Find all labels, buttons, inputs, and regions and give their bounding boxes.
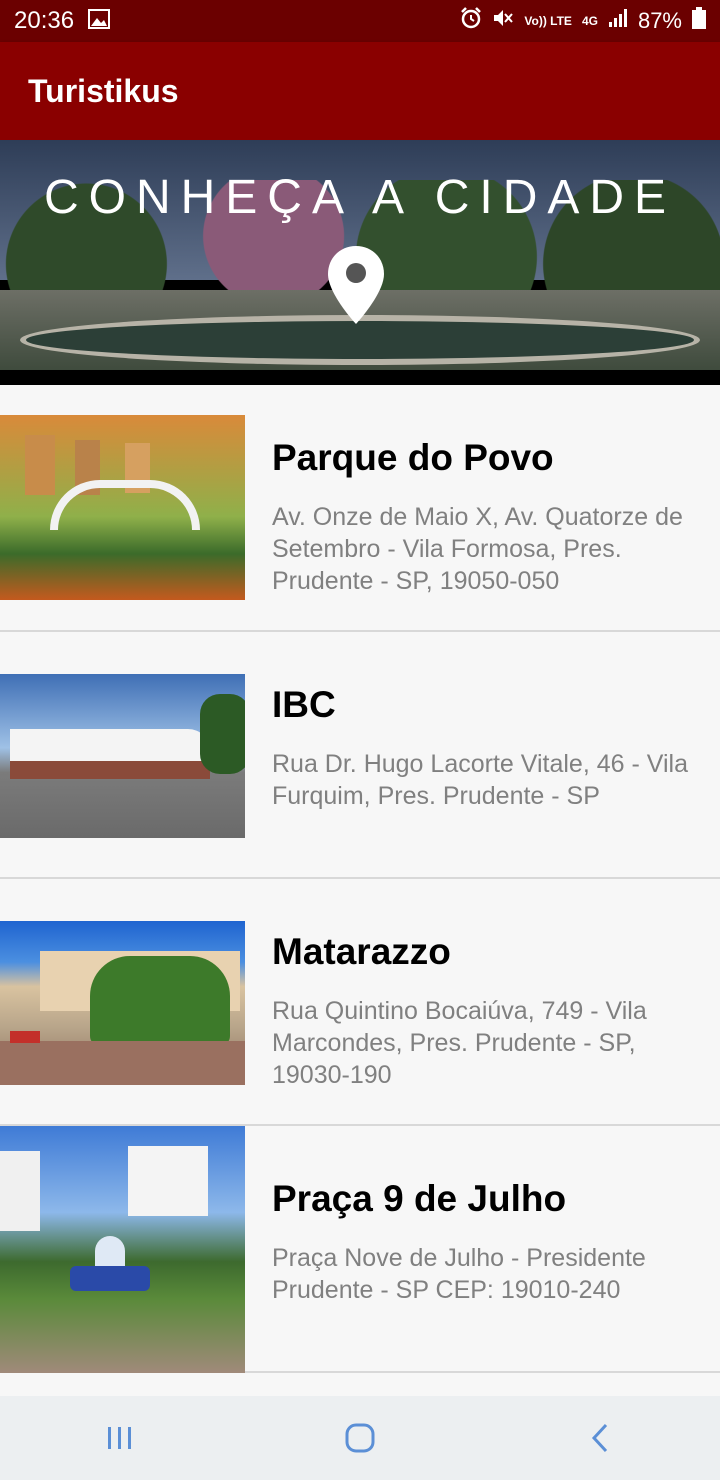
place-name: Praça 9 de Julho bbox=[272, 1178, 567, 1219]
app-title: Turistikus bbox=[28, 72, 179, 109]
banner-title: CONHEÇA A CIDADE bbox=[43, 171, 677, 224]
volte-indicator: Vo)) LTE bbox=[524, 13, 572, 28]
system-nav-bar bbox=[0, 1396, 720, 1480]
battery-level: 87% bbox=[637, 8, 682, 33]
back-icon bbox=[591, 1423, 608, 1453]
city-banner: CONHEÇA A CIDADE bbox=[0, 140, 720, 385]
app-bar: Turistikus bbox=[0, 42, 720, 140]
place-texts: Matarazzo Rua Quintino Bocaiúva, 749 - V… bbox=[272, 929, 702, 1091]
place-texts: IBC Rua Dr. Hugo Lacorte Vitale, 46 - Vi… bbox=[272, 682, 702, 812]
status-time: 20:36 bbox=[14, 7, 75, 34]
place-texts: Parque do Povo Av. Onze de Maio X, Av. Q… bbox=[272, 435, 702, 597]
places-list: Parque do Povo Av. Onze de Maio X, Av. Q… bbox=[0, 385, 720, 1373]
place-texts: Praça 9 de Julho Praça Nove de Julho - P… bbox=[272, 1176, 702, 1306]
place-name: Matarazzo bbox=[272, 931, 451, 972]
place-item-matarazzo[interactable]: Matarazzo Rua Quintino Bocaiúva, 749 - V… bbox=[0, 879, 720, 1126]
status-bar: 20:36 Vo)) LTE 4G 87% bbox=[0, 0, 720, 42]
place-photo bbox=[0, 921, 245, 1085]
home-button[interactable] bbox=[330, 1408, 390, 1468]
place-photo bbox=[0, 1126, 245, 1373]
place-name: Parque do Povo bbox=[272, 437, 554, 478]
place-photo bbox=[0, 674, 245, 838]
place-address: Rua Quintino Bocaiúva, 749 - Vila Marcon… bbox=[272, 997, 647, 1089]
signal-icon bbox=[608, 8, 628, 34]
place-name: IBC bbox=[272, 684, 336, 725]
recents-icon bbox=[108, 1427, 131, 1449]
map-pin-icon bbox=[328, 246, 384, 324]
home-icon bbox=[345, 1423, 375, 1453]
place-item-parque-do-povo[interactable]: Parque do Povo Av. Onze de Maio X, Av. Q… bbox=[0, 385, 720, 632]
place-photo bbox=[0, 415, 245, 600]
back-button[interactable] bbox=[570, 1408, 630, 1468]
place-address: Rua Dr. Hugo Lacorte Vitale, 46 - Vila F… bbox=[272, 750, 688, 810]
place-item-praca-9-de-julho[interactable]: Praça 9 de Julho Praça Nove de Julho - P… bbox=[0, 1126, 720, 1373]
place-address: Praça Nove de Julho - Presidente Prudent… bbox=[272, 1244, 646, 1304]
alarm-icon bbox=[460, 7, 482, 35]
recents-button[interactable] bbox=[90, 1408, 150, 1468]
banner-bottom-strip bbox=[0, 370, 720, 385]
mute-icon bbox=[492, 7, 514, 35]
place-item-ibc[interactable]: IBC Rua Dr. Hugo Lacorte Vitale, 46 - Vi… bbox=[0, 632, 720, 879]
gallery-notification-icon bbox=[88, 8, 111, 34]
place-address: Av. Onze de Maio X, Av. Quatorze de Sete… bbox=[272, 503, 683, 595]
battery-icon bbox=[692, 7, 706, 35]
network-type: 4G bbox=[581, 13, 598, 28]
